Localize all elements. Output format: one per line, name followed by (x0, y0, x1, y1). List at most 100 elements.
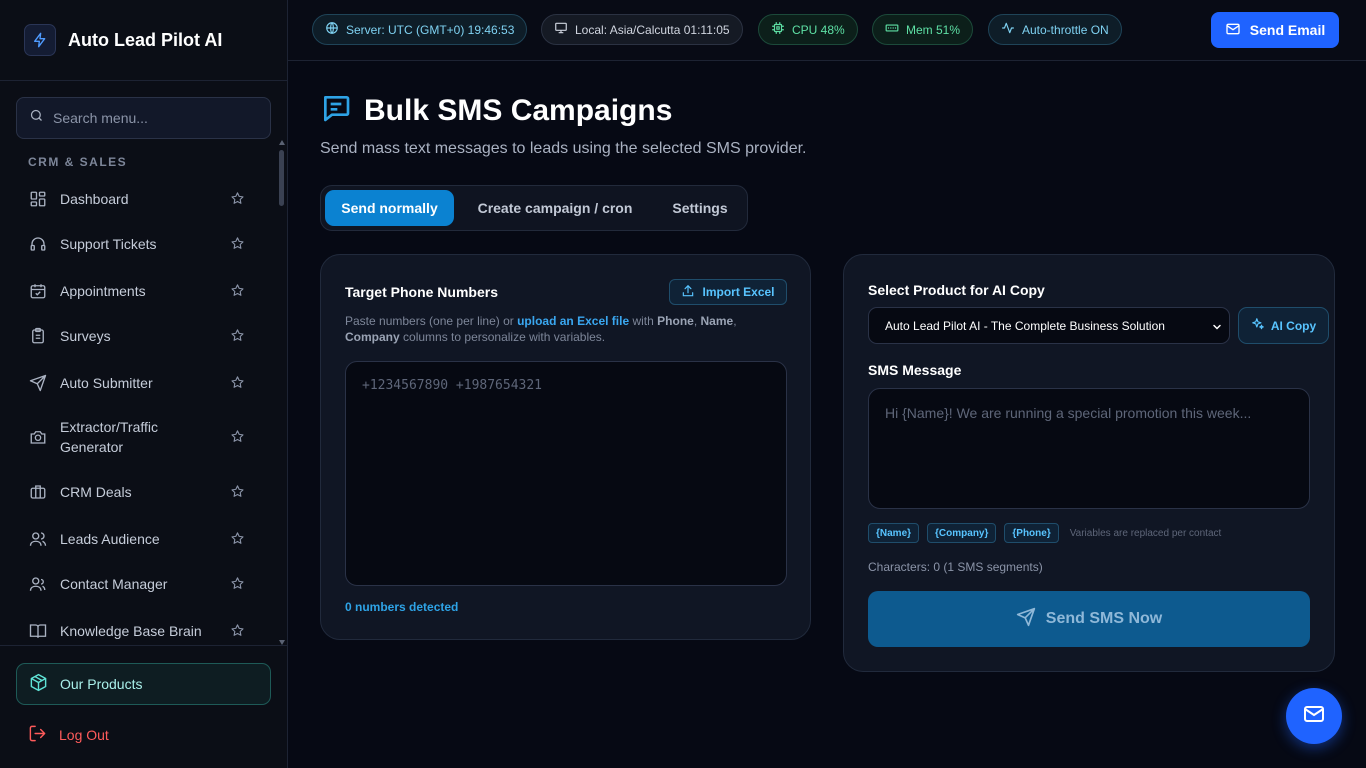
tab-settings[interactable]: Settings (655, 190, 745, 226)
star-icon[interactable] (230, 576, 246, 592)
floating-mail-button[interactable] (1286, 688, 1342, 744)
sidebar-nav: Dashboard Support Tickets Appointments S… (16, 176, 276, 642)
server-time-pill: Server: UTC (GMT+0) 19:46:53 (312, 14, 528, 45)
target-numbers-title: Target Phone Numbers (345, 284, 498, 300)
box-icon (29, 673, 48, 695)
phone-numbers-input[interactable] (345, 361, 787, 586)
product-select[interactable]: Auto Lead Pilot AI - The Complete Busine… (868, 307, 1230, 344)
cpu-text: CPU 48% (792, 22, 845, 37)
sidebar-item-leads-audience[interactable]: Leads Audience (16, 529, 266, 549)
calendar-icon (28, 281, 48, 301)
sidebar-item-label: CRM Deals (60, 484, 132, 500)
mail-icon (1302, 702, 1326, 731)
globe-icon (325, 21, 339, 38)
memory-pill: Mem 51% (872, 14, 974, 45)
sidebar-item-label: Extractor/Traffic Generator (60, 419, 159, 455)
send-sms-button[interactable]: Send SMS Now (868, 591, 1310, 647)
monitor-icon (554, 21, 568, 38)
upload-excel-link[interactable]: upload an Excel file (517, 314, 629, 328)
sms-message-input[interactable] (868, 388, 1310, 509)
logout-icon (28, 724, 47, 746)
sidebar-item-dashboard[interactable]: Dashboard (16, 189, 266, 209)
ai-copy-label: AI Copy (1270, 318, 1317, 333)
variable-chip-company[interactable]: {Company} (927, 523, 997, 543)
section-title: CRM & SALES (28, 155, 128, 169)
brand[interactable]: Auto Lead Pilot AI (0, 0, 287, 81)
scroll-up-arrow[interactable] (279, 140, 285, 145)
sidebar-item-label: Contact Manager (60, 576, 168, 592)
helper-text: with (632, 314, 654, 328)
sidebar-item-extractor[interactable]: Extractor/Traffic Generator (16, 417, 266, 457)
upload-icon (681, 284, 695, 301)
auto-throttle-pill[interactable]: Auto-throttle ON (988, 14, 1122, 45)
sidebar-footer: Our Products Log Out (0, 645, 287, 768)
column-name: Phone (657, 314, 694, 328)
scroll-thumb[interactable] (279, 150, 284, 206)
sidebar-item-label: Knowledge Base Brain (60, 623, 202, 639)
sidebar-item-support-tickets[interactable]: Support Tickets (16, 234, 266, 254)
star-icon[interactable] (230, 484, 246, 500)
search-input[interactable] (53, 110, 253, 126)
star-icon[interactable] (230, 623, 246, 639)
variable-chip-phone[interactable]: {Phone} (1004, 523, 1059, 543)
users-icon (28, 529, 48, 549)
star-icon[interactable] (230, 531, 246, 547)
sms-message-title: SMS Message (868, 362, 962, 378)
auto-throttle-text: Auto-throttle ON (1022, 22, 1109, 37)
sidebar-item-label: Auto Submitter (60, 375, 153, 391)
numbers-detected: 0 numbers detected (345, 600, 459, 614)
star-icon[interactable] (230, 429, 246, 445)
star-icon[interactable] (230, 328, 246, 344)
sidebar-scrollbar[interactable] (279, 140, 285, 645)
sidebar-item-label: Appointments (60, 283, 146, 299)
headset-icon (28, 234, 48, 254)
send-icon (28, 373, 48, 393)
import-excel-label: Import Excel (702, 285, 775, 299)
import-excel-button[interactable]: Import Excel (669, 279, 787, 305)
contact-icon (28, 574, 48, 594)
sidebar-item-surveys[interactable]: Surveys (16, 326, 266, 346)
sparkles-icon (1251, 317, 1265, 334)
activity-icon (1001, 21, 1015, 38)
column-name: Name (700, 314, 734, 328)
local-time-text: Local: Asia/Calcutta 01:11:05 (575, 22, 730, 37)
star-icon[interactable] (230, 375, 246, 391)
our-products-label: Our Products (60, 676, 143, 692)
send-email-button[interactable]: Send Email (1211, 12, 1339, 48)
tab-send-normally[interactable]: Send normally (325, 190, 454, 226)
ai-copy-button[interactable]: AI Copy (1238, 307, 1329, 344)
chevron-down-icon (1211, 321, 1223, 336)
topbar: Server: UTC (GMT+0) 19:46:53 Local: Asia… (288, 0, 1366, 61)
book-icon (28, 621, 48, 641)
sidebar-item-auto-submitter[interactable]: Auto Submitter (16, 373, 266, 393)
helper-text: Paste numbers (one per line) or (345, 314, 514, 328)
tab-create-campaign[interactable]: Create campaign / cron (463, 190, 647, 226)
star-icon[interactable] (230, 236, 246, 252)
sidebar-item-crm-deals[interactable]: CRM Deals (16, 482, 266, 502)
server-time-text: Server: UTC (GMT+0) 19:46:53 (346, 22, 515, 37)
sidebar-item-label: Surveys (60, 328, 111, 344)
memory-text: Mem 51% (906, 22, 961, 37)
product-select-value: Auto Lead Pilot AI - The Complete Busine… (885, 318, 1165, 333)
send-icon (1016, 607, 1036, 632)
menu-search[interactable] (16, 97, 271, 139)
star-icon[interactable] (230, 283, 246, 299)
our-products-button[interactable]: Our Products (16, 663, 271, 705)
sidebar-item-contact-manager[interactable]: Contact Manager (16, 574, 266, 594)
star-icon[interactable] (230, 191, 246, 207)
lightning-icon (24, 24, 56, 56)
send-sms-label: Send SMS Now (1045, 610, 1163, 627)
sidebar-item-label: Dashboard (60, 191, 129, 207)
column-name: Company (345, 330, 400, 344)
target-helper-text: Paste numbers (one per line) or upload a… (345, 314, 737, 344)
message-icon (320, 92, 352, 129)
sidebar: Auto Lead Pilot AI CRM & SALES Dashboard… (0, 0, 288, 768)
variable-chip-name[interactable]: {Name} (868, 523, 920, 543)
page-header: Bulk SMS Campaigns (320, 92, 672, 129)
logout-button[interactable]: Log Out (28, 724, 109, 746)
target-numbers-card: Target Phone Numbers Import Excel Paste … (320, 254, 811, 640)
sidebar-item-knowledge-base[interactable]: Knowledge Base Brain (16, 621, 266, 641)
sidebar-item-appointments[interactable]: Appointments (16, 281, 266, 301)
product-select-title: Select Product for AI Copy (868, 282, 1045, 298)
logout-label: Log Out (59, 727, 109, 743)
